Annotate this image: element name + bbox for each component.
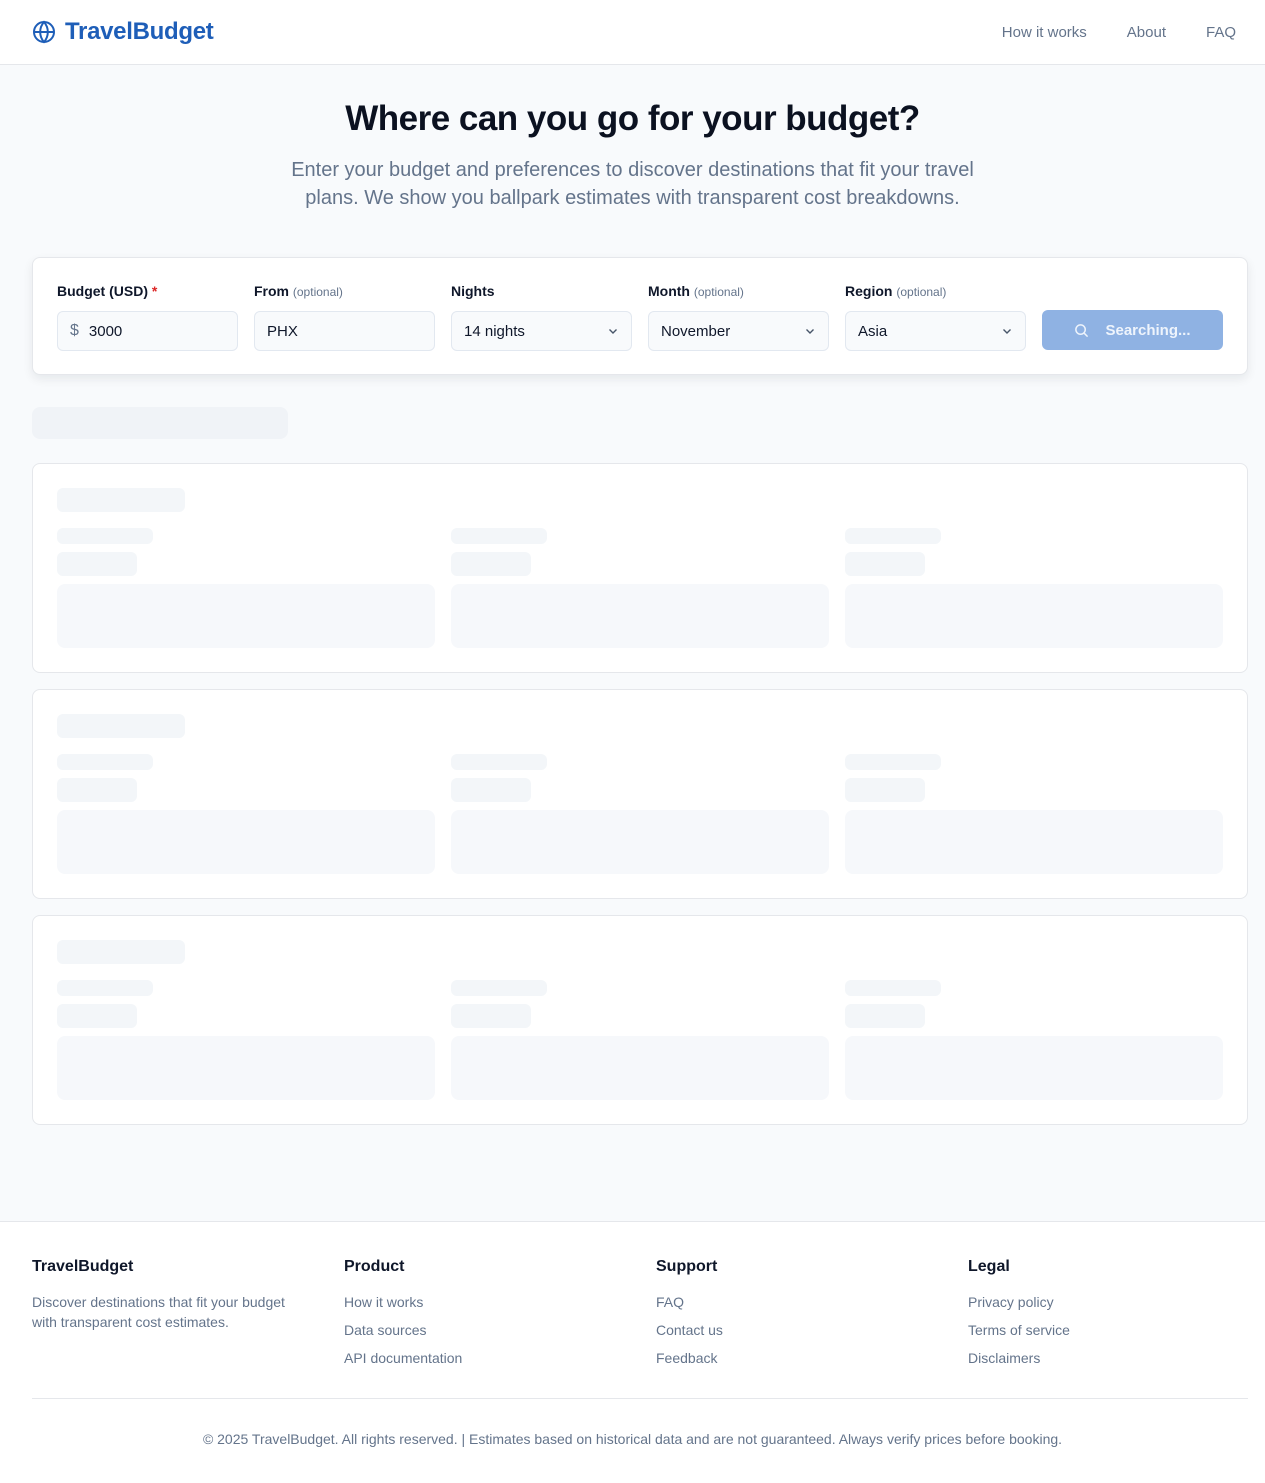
chevron-down-icon — [806, 329, 814, 334]
skeleton-line — [57, 528, 153, 544]
brand[interactable]: TravelBudget — [32, 18, 214, 46]
region-value: Asia — [858, 322, 888, 340]
region-field: Region (optional) Asia — [845, 283, 1026, 351]
nights-field: Nights 14 nights — [451, 283, 632, 351]
footer-link-disclaimers[interactable]: Disclaimers — [968, 1348, 1265, 1368]
skeleton-title — [57, 714, 185, 738]
nights-value: 14 nights — [464, 322, 525, 340]
skeleton-card — [32, 463, 1248, 673]
skeleton-block — [451, 1036, 829, 1100]
skeleton-line — [451, 754, 547, 770]
footer-brand-column: TravelBudget Discover destinations that … — [32, 1258, 332, 1332]
skeleton-line — [845, 552, 925, 576]
footer-link-feedback[interactable]: Feedback — [656, 1348, 956, 1368]
budget-label: Budget (USD) * — [57, 283, 158, 299]
skeleton-block — [57, 584, 435, 648]
nights-select[interactable]: 14 nights — [451, 311, 632, 351]
nav-faq[interactable]: FAQ — [1206, 24, 1236, 41]
region-label: Region (optional) — [845, 283, 947, 299]
footer-copyright: © 2025 TravelBudget. All rights reserved… — [202, 1431, 1063, 1447]
region-select[interactable]: Asia — [845, 311, 1026, 351]
footer-link-data-sources[interactable]: Data sources — [344, 1320, 644, 1340]
skeleton-title — [57, 940, 185, 964]
skeleton-line — [57, 778, 137, 802]
skeleton-line — [57, 1004, 137, 1028]
skeleton-line — [845, 980, 941, 996]
month-value: November — [661, 322, 731, 340]
page-subtitle: Enter your budget and preferences to dis… — [291, 159, 974, 209]
skeleton-block — [451, 584, 829, 648]
footer-divider — [32, 1398, 1248, 1399]
skeleton-line — [451, 1004, 531, 1028]
search-icon — [1075, 323, 1089, 337]
skeleton-block — [57, 1036, 435, 1100]
skeleton-block — [845, 584, 1223, 648]
footer-legal-column: Legal Privacy policy Terms of service Di… — [968, 1258, 1265, 1376]
skeleton-line — [845, 1004, 925, 1028]
footer-link-privacy[interactable]: Privacy policy — [968, 1292, 1265, 1312]
skeleton-card — [32, 915, 1248, 1125]
from-value: PHX — [267, 322, 298, 340]
skeleton-line — [845, 754, 941, 770]
skeleton-line — [451, 528, 547, 544]
footer-support-heading: Support — [656, 1258, 718, 1275]
chevron-down-icon — [609, 329, 617, 334]
skeleton-card — [32, 689, 1248, 899]
from-input[interactable]: PHX — [254, 311, 435, 351]
skeleton-block — [57, 810, 435, 874]
skeleton-results-header — [32, 407, 288, 439]
site-footer: TravelBudget Discover destinations that … — [0, 1221, 1265, 1483]
hero: Where can you go for your budget? Enter … — [0, 65, 1265, 212]
skeleton-block — [451, 810, 829, 874]
skeleton-line — [451, 778, 531, 802]
budget-input[interactable]: $ 3000 — [57, 311, 238, 351]
footer-product-column: Product How it works Data sources API do… — [344, 1258, 644, 1376]
skeleton-line — [57, 980, 153, 996]
footer-brand: TravelBudget — [32, 1258, 134, 1275]
from-label: From (optional) — [254, 283, 343, 299]
skeleton-line — [451, 552, 531, 576]
footer-link-api-docs[interactable]: API documentation — [344, 1348, 644, 1368]
globe-icon — [32, 20, 56, 44]
month-field: Month (optional) November — [648, 283, 829, 351]
skeleton-line — [451, 980, 547, 996]
footer-link-how-it-works[interactable]: How it works — [344, 1292, 644, 1312]
month-select[interactable]: November — [648, 311, 829, 351]
required-mark: * — [151, 283, 158, 299]
nav-how-it-works[interactable]: How it works — [1002, 24, 1087, 41]
skeleton-block — [845, 1036, 1223, 1100]
search-button-label: Searching... — [1105, 321, 1191, 339]
footer-link-contact[interactable]: Contact us — [656, 1320, 956, 1340]
main-nav: How it works About FAQ — [1002, 24, 1236, 41]
nights-label: Nights — [451, 283, 495, 299]
footer-support-column: Support FAQ Contact us Feedback — [656, 1258, 956, 1376]
from-field: From (optional) PHX — [254, 283, 435, 351]
skeleton-title — [57, 488, 185, 512]
brand-name: TravelBudget — [65, 18, 214, 45]
site-header: TravelBudget How it works About FAQ — [0, 0, 1265, 65]
budget-value: 3000 — [88, 322, 123, 340]
search-button[interactable]: Searching... — [1042, 310, 1223, 350]
nav-about[interactable]: About — [1127, 24, 1166, 41]
skeleton-line — [845, 528, 941, 544]
footer-tagline: Discover destinations that fit your budg… — [32, 1294, 285, 1330]
search-form: Budget (USD) * $ 3000 From (optional) PH… — [32, 257, 1248, 375]
footer-link-terms[interactable]: Terms of service — [968, 1320, 1265, 1340]
skeleton-block — [845, 810, 1223, 874]
chevron-down-icon — [1003, 329, 1011, 334]
footer-legal-heading: Legal — [968, 1258, 1010, 1275]
skeleton-line — [57, 754, 153, 770]
skeleton-line — [845, 778, 925, 802]
footer-link-faq[interactable]: FAQ — [656, 1292, 956, 1312]
month-label: Month (optional) — [648, 283, 744, 299]
page-title: Where can you go for your budget? — [345, 99, 920, 138]
dollar-prefix: $ — [70, 322, 79, 339]
footer-product-heading: Product — [344, 1258, 405, 1275]
budget-field: Budget (USD) * $ 3000 — [57, 283, 238, 351]
skeleton-line — [57, 552, 137, 576]
